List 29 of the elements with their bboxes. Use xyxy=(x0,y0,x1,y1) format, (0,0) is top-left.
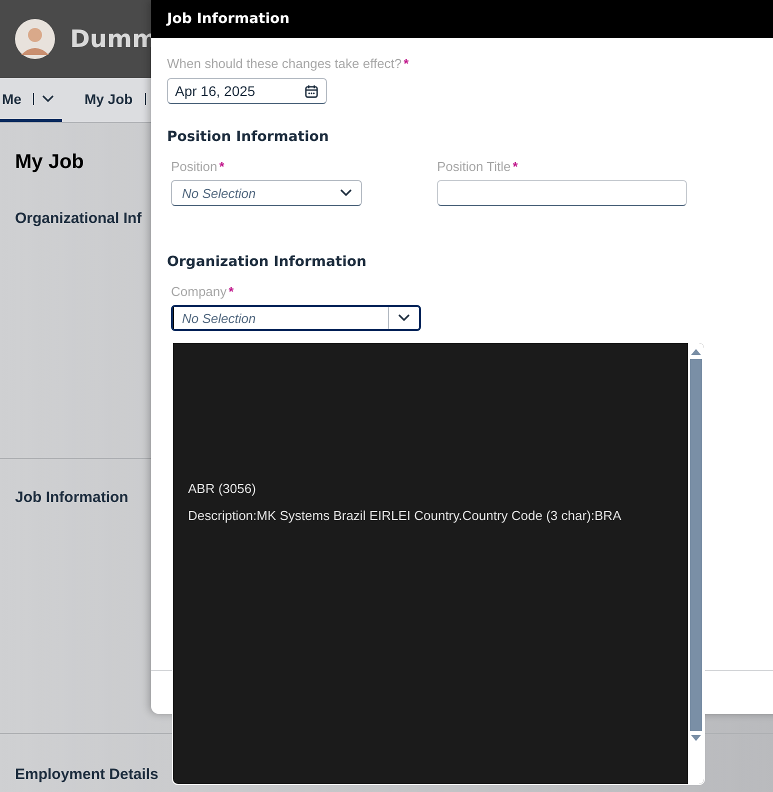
dialog-title: Job Information xyxy=(167,11,290,27)
field-label: Position xyxy=(171,159,218,174)
position-select[interactable]: No Selection xyxy=(171,180,362,206)
section-title: Employment Details xyxy=(15,766,158,783)
chevron-down-icon xyxy=(340,189,352,197)
section-title: Job Information xyxy=(15,489,128,506)
date-field[interactable]: Apr 16, 2025 xyxy=(167,78,327,104)
group-title: Organization Information xyxy=(167,254,368,270)
chevron-down-icon xyxy=(398,314,410,322)
scroll-down-icon xyxy=(691,735,701,741)
calendar-icon xyxy=(304,84,319,98)
dropdown-option[interactable]: ABR (3056) Description:MK Systems Brazil EIRLEI Country.Country Code (3 char):BRA xyxy=(173,481,688,523)
field-label: Position Title xyxy=(437,159,511,174)
required-mark: * xyxy=(219,159,224,174)
nav-tab[interactable]: My Job xyxy=(82,78,154,122)
company-combobox[interactable]: No Selection xyxy=(171,305,421,331)
group-title: Position Information xyxy=(167,129,330,145)
scroll-up-icon xyxy=(691,349,701,355)
required-mark: * xyxy=(228,284,234,299)
nav-tab[interactable]: Me xyxy=(0,78,62,122)
section-title: Organizational Inf xyxy=(15,210,142,227)
page-title: My Job xyxy=(15,151,84,174)
scrollbar[interactable] xyxy=(688,343,704,784)
required-mark: * xyxy=(512,159,518,174)
input-field[interactable] xyxy=(437,180,687,206)
field-label: When should these changes take effect? xyxy=(167,56,402,71)
required-mark: * xyxy=(404,56,409,71)
avatar-icon xyxy=(15,19,55,59)
field-label: Company xyxy=(171,284,227,299)
